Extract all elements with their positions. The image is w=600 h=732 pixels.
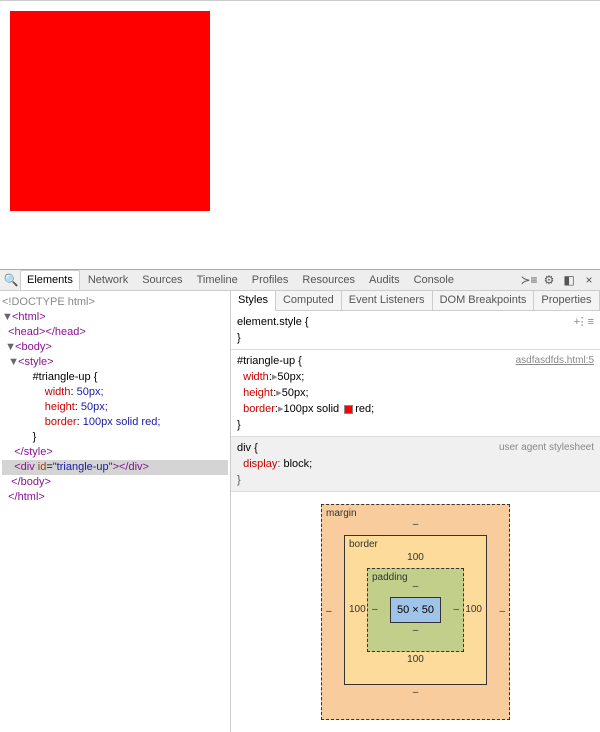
bm-border-label: border bbox=[349, 537, 378, 553]
style-prop[interactable]: width bbox=[243, 371, 269, 383]
bm-margin-left: – bbox=[326, 604, 332, 620]
subtab-event-listeners[interactable]: Event Listeners bbox=[342, 291, 433, 310]
style-prop[interactable]: border bbox=[243, 403, 275, 415]
dock-icon[interactable]: ◧ bbox=[562, 273, 576, 287]
box-model[interactable]: margin – – – border 100 100 100 padding … bbox=[231, 492, 600, 732]
tab-elements[interactable]: Elements bbox=[20, 270, 80, 290]
style-val[interactable]: 100px solid bbox=[284, 403, 343, 415]
bm-border-left: 100 bbox=[349, 602, 366, 618]
bm-margin-label: margin bbox=[326, 506, 357, 522]
dom-head[interactable]: <head></head> bbox=[8, 326, 86, 338]
bm-padding-bottom: – bbox=[390, 623, 441, 639]
gear-icon[interactable]: ⚙ bbox=[542, 273, 556, 287]
rule-close: } bbox=[237, 417, 594, 433]
rule-close: } bbox=[237, 330, 594, 346]
style-val[interactable]: 50px; bbox=[282, 387, 309, 399]
close-icon[interactable]: × bbox=[582, 273, 596, 287]
dom-style-open[interactable]: <style> bbox=[18, 356, 53, 368]
bm-content: 50 × 50 bbox=[390, 597, 441, 623]
bm-margin-top: – bbox=[344, 517, 487, 533]
subtab-styles[interactable]: Styles bbox=[231, 291, 276, 311]
bm-margin-right: – bbox=[499, 604, 505, 620]
dom-tree-panel[interactable]: <!DOCTYPE html> ▼<html> <head></head> ▼<… bbox=[0, 291, 231, 732]
user-agent-rule: user agent stylesheet div { display: blo… bbox=[231, 437, 600, 492]
tab-resources[interactable]: Resources bbox=[296, 271, 361, 289]
style-val: block; bbox=[284, 458, 313, 470]
rule-selector: element.style { bbox=[237, 314, 594, 330]
tab-profiles[interactable]: Profiles bbox=[246, 271, 295, 289]
dom-style-close[interactable]: </style> bbox=[14, 446, 53, 458]
devtools-main-tabs: 🔍 Elements Network Sources Timeline Prof… bbox=[0, 270, 600, 291]
tab-network[interactable]: Network bbox=[82, 271, 134, 289]
style-val[interactable]: red; bbox=[355, 403, 374, 415]
subtab-computed[interactable]: Computed bbox=[276, 291, 342, 310]
element-style-rule[interactable]: + ⋮≡ element.style { } bbox=[231, 311, 600, 350]
style-val[interactable]: 50px; bbox=[277, 371, 304, 383]
subtab-dom-breakpoints[interactable]: DOM Breakpoints bbox=[433, 291, 535, 310]
search-icon[interactable]: 🔍 bbox=[4, 273, 18, 287]
styles-sub-tabs: Styles Computed Event Listeners DOM Brea… bbox=[231, 291, 600, 311]
drawer-toggle-icon[interactable]: ≻≡ bbox=[522, 273, 536, 287]
bm-padding-right: – bbox=[453, 602, 459, 618]
css-val: 50px; bbox=[77, 386, 104, 398]
dom-body-close[interactable]: </body> bbox=[11, 476, 51, 488]
style-prop: display bbox=[243, 458, 277, 470]
subtab-properties[interactable]: Properties bbox=[534, 291, 599, 310]
css-prop: height bbox=[45, 401, 75, 413]
tab-timeline[interactable]: Timeline bbox=[191, 271, 244, 289]
bm-border-bottom: 100 bbox=[367, 652, 464, 668]
devtools: 🔍 Elements Network Sources Timeline Prof… bbox=[0, 269, 600, 732]
dom-selected-node[interactable]: <div id="triangle-up"></div> bbox=[2, 460, 228, 475]
dom-html-close[interactable]: </html> bbox=[8, 491, 45, 503]
dom-html-open[interactable]: <html> bbox=[12, 311, 46, 323]
css-prop: width bbox=[45, 386, 71, 398]
bm-padding-left: – bbox=[372, 602, 378, 618]
rule-source-link[interactable]: asdfasdfds.html:5 bbox=[516, 353, 594, 369]
css-prop: border bbox=[45, 416, 77, 428]
triangle-rule[interactable]: asdfasdfds.html:5 #triangle-up { width:▸… bbox=[231, 350, 600, 437]
css-selector: #triangle-up { bbox=[33, 371, 98, 383]
tab-audits[interactable]: Audits bbox=[363, 271, 406, 289]
triangle-up-element[interactable] bbox=[10, 11, 210, 211]
dom-doctype[interactable]: <!DOCTYPE html> bbox=[2, 295, 228, 310]
rule-close: } bbox=[237, 472, 594, 488]
more-icon[interactable]: ⋮≡ bbox=[577, 314, 594, 330]
rule-source-ua: user agent stylesheet bbox=[499, 440, 594, 456]
dom-body-open[interactable]: <body> bbox=[15, 341, 52, 353]
bm-padding-label: padding bbox=[372, 570, 408, 586]
css-val: 100px solid red; bbox=[83, 416, 161, 428]
tab-sources[interactable]: Sources bbox=[136, 271, 188, 289]
tab-console[interactable]: Console bbox=[408, 271, 460, 289]
styles-panel: Styles Computed Event Listeners DOM Brea… bbox=[231, 291, 600, 732]
css-val: 50px; bbox=[81, 401, 108, 413]
bm-border-right: 100 bbox=[465, 602, 482, 618]
color-swatch[interactable] bbox=[344, 405, 353, 414]
css-close: } bbox=[33, 431, 37, 443]
bm-margin-bottom: – bbox=[344, 685, 487, 701]
bm-border-top: 100 bbox=[367, 550, 464, 566]
rendered-page bbox=[0, 1, 600, 269]
style-prop[interactable]: height bbox=[243, 387, 273, 399]
